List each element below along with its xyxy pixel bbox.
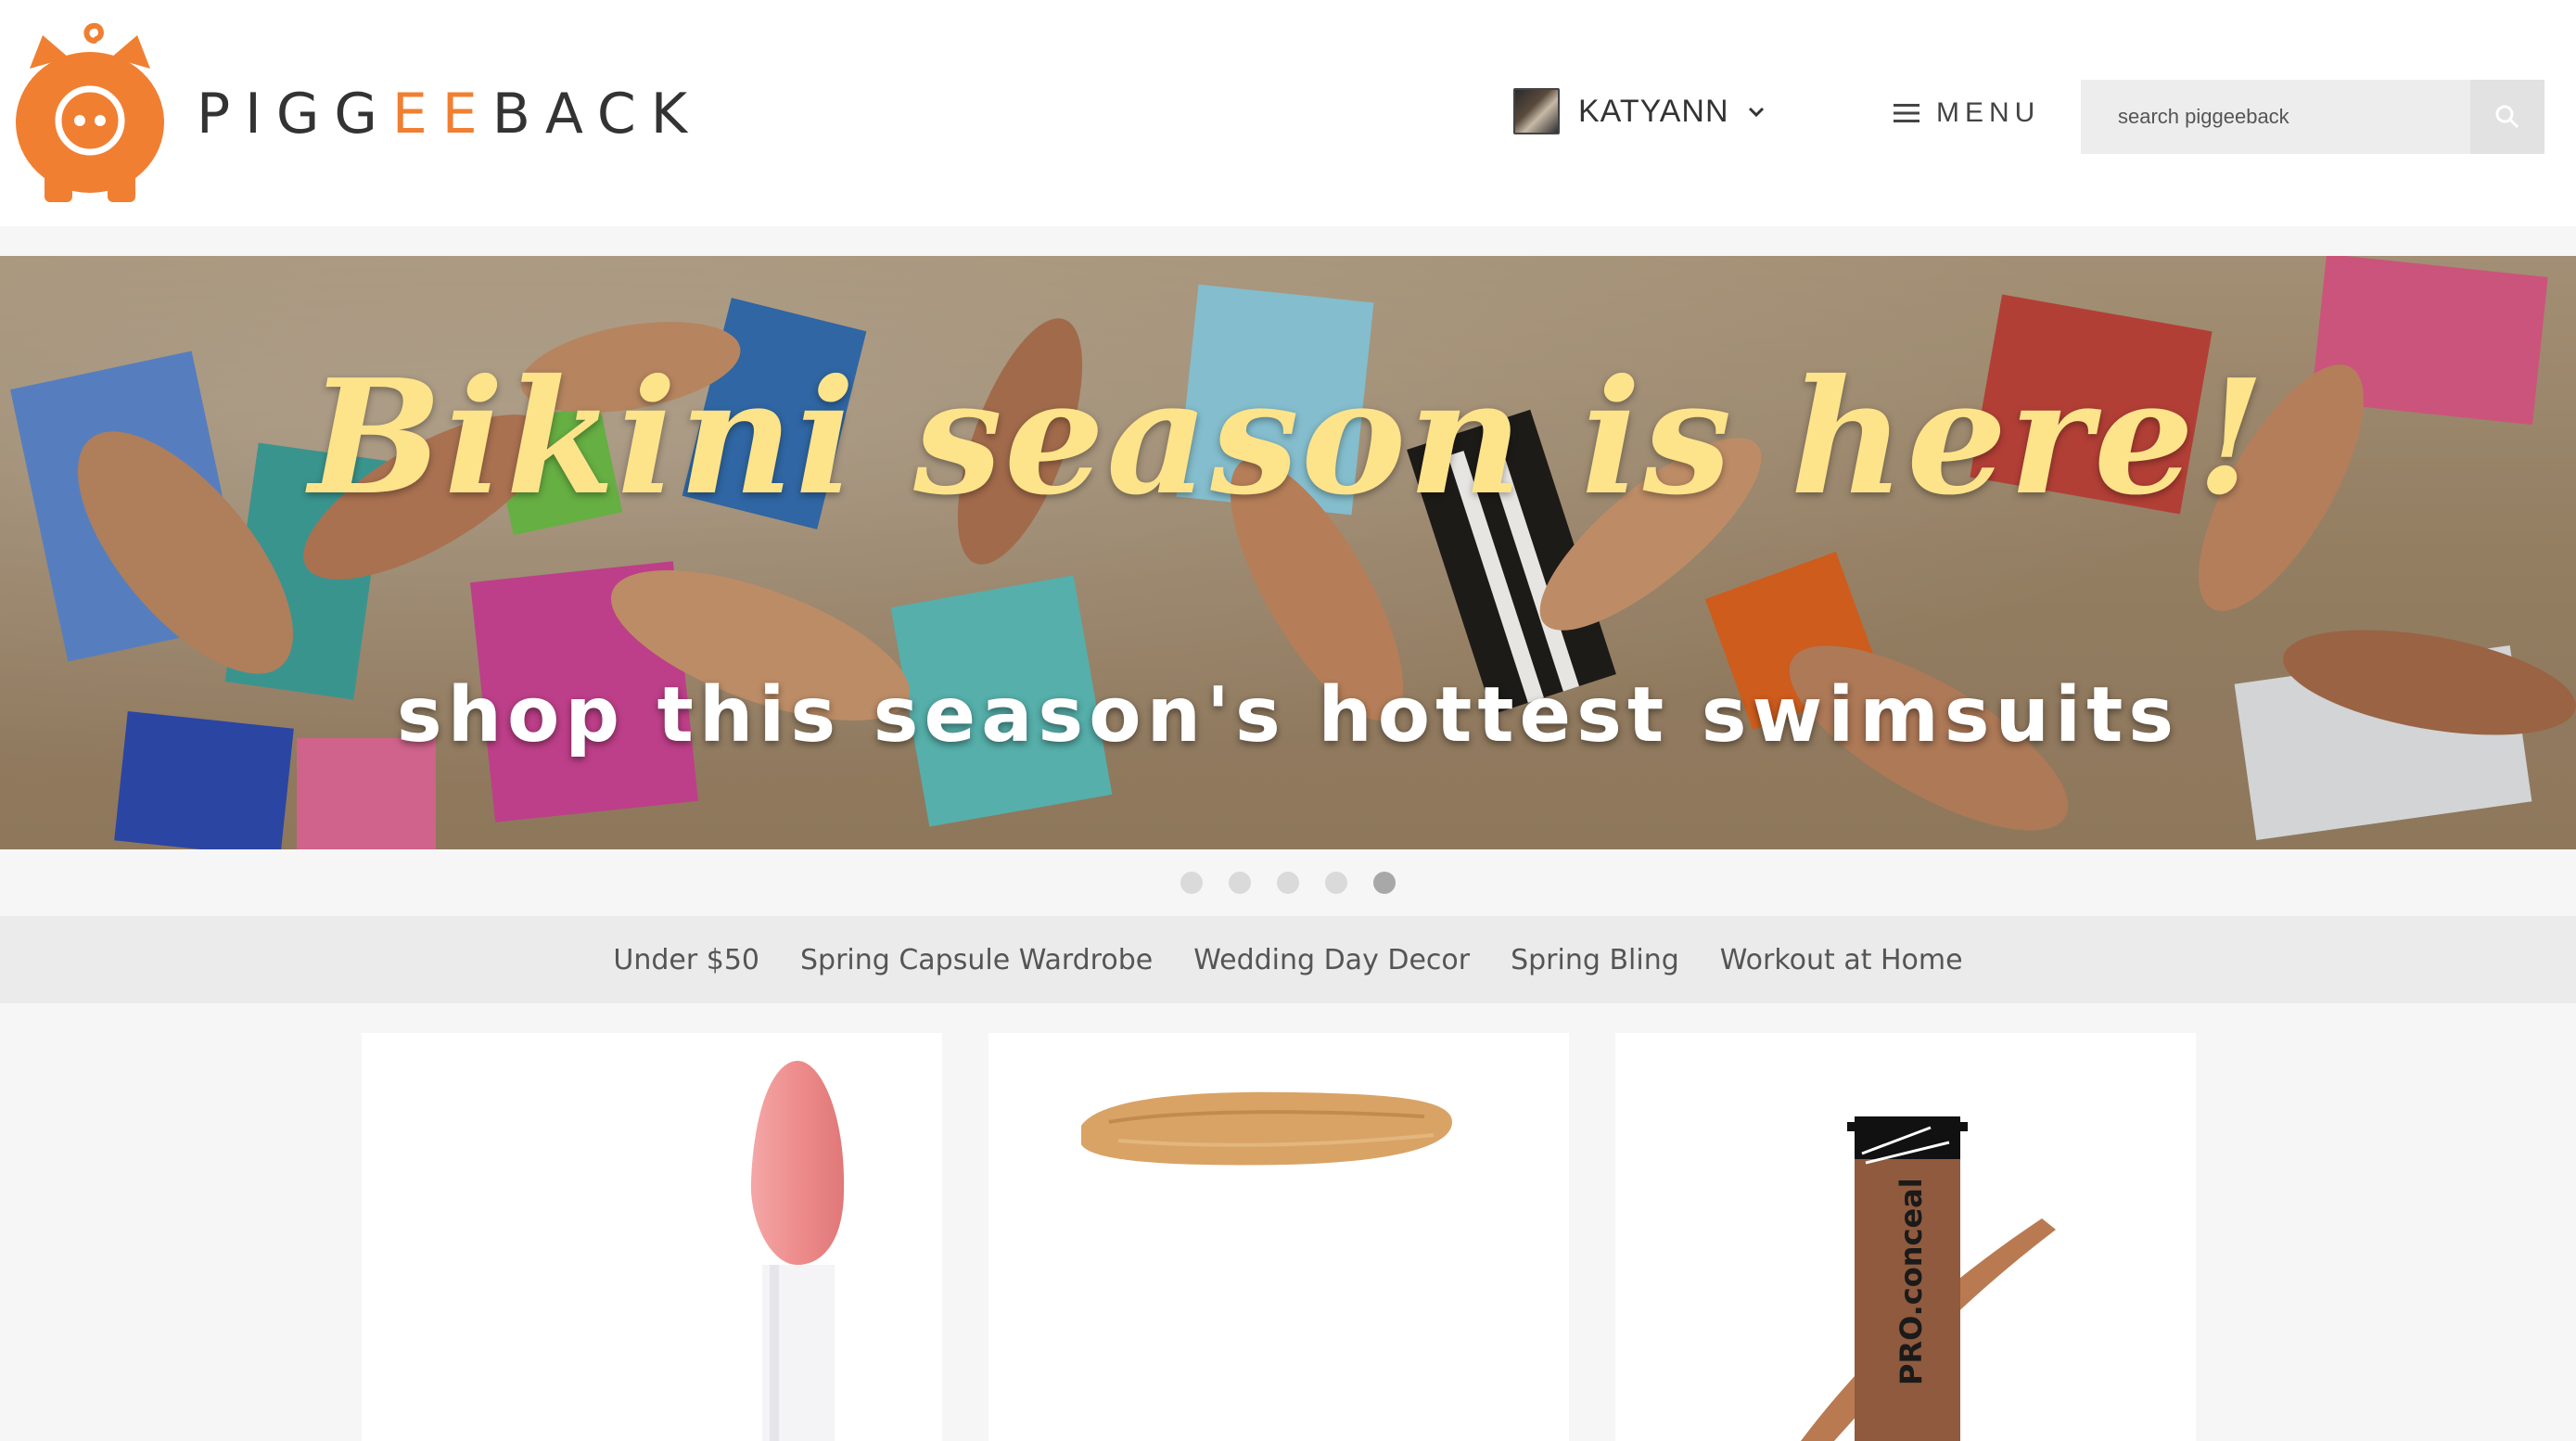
foundation-swatch-icon	[1081, 1091, 1452, 1166]
concealer-tube-label: PRO.conceal	[1894, 1178, 1929, 1385]
category-link-spring-capsule-wardrobe[interactable]: Spring Capsule Wardrobe	[800, 944, 1153, 976]
product-card-concealer[interactable]: PRO.conceal	[1615, 1033, 2196, 1441]
search-input[interactable]	[2081, 80, 2470, 154]
username-label: KATYANN	[1578, 93, 1729, 129]
category-link-workout-at-home[interactable]: Workout at Home	[1720, 944, 1963, 976]
carousel-dot-1[interactable]	[1180, 872, 1203, 894]
carousel-dot-2[interactable]	[1229, 872, 1251, 894]
chevron-down-icon	[1748, 107, 1764, 118]
hero-banner[interactable]: Bikini season is here! shop this season'…	[0, 256, 2576, 849]
logo-wordmark[interactable]: PIGGEEBACK	[197, 82, 702, 147]
logo-text-suffix: BACK	[491, 82, 703, 147]
menu-label: MENU	[1936, 97, 2041, 128]
avatar	[1513, 88, 1560, 134]
category-link-wedding-day-decor[interactable]: Wedding Day Decor	[1193, 944, 1470, 976]
hero-subtitle: shop this season's hottest swimsuits	[396, 671, 2180, 759]
product-card-lip-gloss[interactable]	[362, 1033, 942, 1441]
carousel-indicators	[0, 849, 2576, 916]
lip-gloss-applicator-icon	[750, 1061, 845, 1441]
menu-button[interactable]: MENU	[1894, 93, 2040, 134]
hero-title: Bikini season is here!	[309, 345, 2267, 530]
piggy-bank-logo-icon[interactable]	[11, 13, 169, 204]
category-link-spring-bling[interactable]: Spring Bling	[1511, 944, 1679, 976]
product-card-foundation[interactable]	[988, 1033, 1569, 1441]
carousel-dot-3[interactable]	[1277, 872, 1299, 894]
hamburger-icon	[1894, 104, 1919, 122]
concealer-tube-icon: PRO.conceal	[1801, 1116, 2056, 1441]
carousel-dot-5[interactable]	[1373, 872, 1396, 894]
site-header: PIGGEEBACK KATYANN MENU	[0, 0, 2576, 226]
logo-text-prefix: PIGG	[197, 82, 392, 147]
category-nav: Under $50 Spring Capsule Wardrobe Weddin…	[0, 916, 2576, 1003]
category-link-under-50[interactable]: Under $50	[613, 944, 759, 976]
carousel-dot-4[interactable]	[1325, 872, 1347, 894]
search-button[interactable]	[2470, 80, 2544, 154]
search-icon	[2495, 105, 2519, 129]
user-account-dropdown[interactable]: KATYANN	[1513, 85, 1766, 137]
logo-text-accent: EE	[391, 82, 492, 147]
search-bar	[2081, 80, 2544, 154]
